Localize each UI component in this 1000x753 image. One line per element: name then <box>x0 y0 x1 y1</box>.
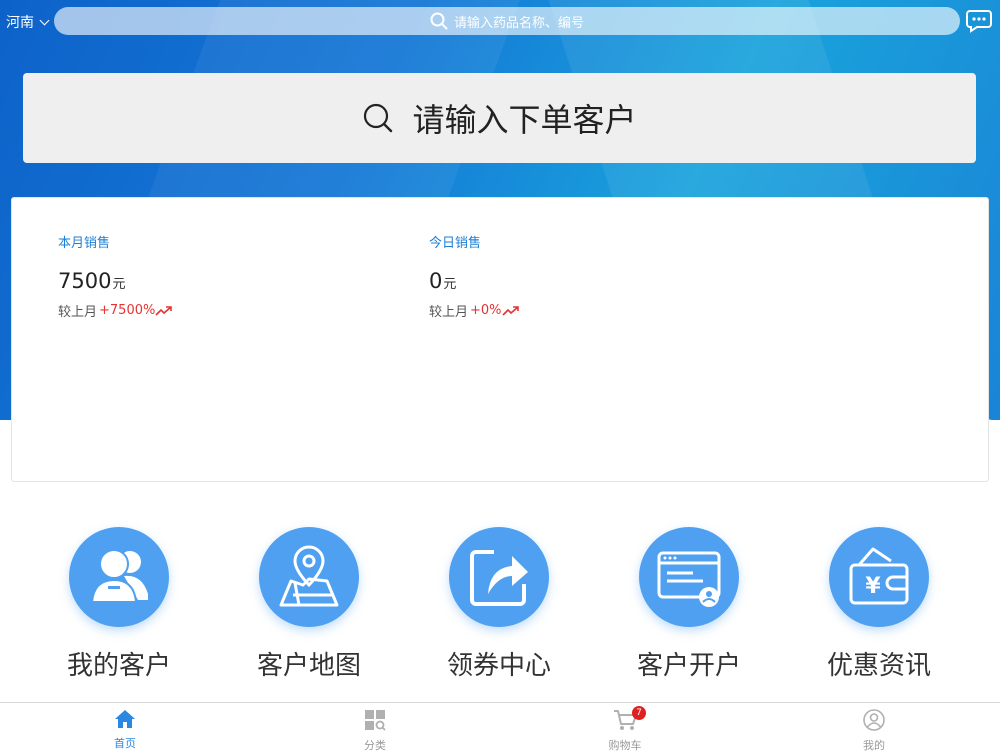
home-icon <box>115 710 135 728</box>
share-arrow-icon <box>449 527 549 627</box>
quick-action-label: 客户地图 <box>256 651 362 681</box>
tab-profile[interactable]: 我的 <box>834 709 914 753</box>
daily-sales-stat: 今日销售 0元 较上月 +0% <box>429 232 520 320</box>
chevron-down-icon <box>39 15 50 25</box>
tab-home[interactable]: 首页 <box>85 709 165 751</box>
tab-label: 我的 <box>863 739 885 752</box>
quick-action-promotions[interactable]: ¥ 优惠资讯 <box>827 527 931 681</box>
top-bar: 河南 请输入药品名称、编号 <box>0 0 1000 42</box>
stat-unit: 元 <box>112 277 126 292</box>
stat-value: 0元 <box>429 269 520 293</box>
account-card-icon <box>639 527 739 627</box>
quick-action-label: 我的客户 <box>66 651 172 681</box>
quick-action-label: 客户开户 <box>636 651 742 681</box>
quick-action-open-account[interactable]: 客户开户 <box>637 527 741 681</box>
cart-count-badge: 7 <box>632 706 646 720</box>
quick-action-coupon-center[interactable]: 领券中心 <box>447 527 551 681</box>
customer-search-bar[interactable]: 请输入下单客户 <box>23 73 976 163</box>
region-label: 河南 <box>6 15 34 31</box>
stat-value: 7500元 <box>58 269 173 293</box>
svg-text:¥: ¥ <box>865 574 881 599</box>
sales-stats-card: 本月销售 7500元 较上月 +7500% 今日销售 0元 较上月 +0% <box>11 197 989 482</box>
tab-label: 购物车 <box>608 739 642 752</box>
quick-action-my-customers[interactable]: 我的客户 <box>67 527 171 681</box>
stat-amount: 7500 <box>58 269 112 293</box>
quick-action-label: 领券中心 <box>446 651 552 681</box>
trend-up-icon <box>155 305 173 316</box>
stat-label: 今日销售 <box>429 236 482 251</box>
stat-comparison: 较上月 +0% <box>429 301 520 320</box>
customer-search-placeholder: 请输入下单客户 <box>412 101 637 139</box>
compare-label: 较上月 <box>429 305 469 320</box>
wallet-yen-icon: ¥ <box>829 527 929 627</box>
customers-icon <box>69 527 169 627</box>
tab-cart[interactable]: 7 购物车 <box>585 706 665 753</box>
tab-category[interactable]: 分类 <box>335 709 415 753</box>
tab-label: 首页 <box>114 737 136 750</box>
quick-action-label: 优惠资讯 <box>826 651 932 681</box>
search-icon <box>430 12 448 30</box>
bottom-tab-bar: 首页 分类 7 购物车 我的 <box>0 702 1000 753</box>
product-search-bar[interactable]: 请输入药品名称、编号 <box>54 7 960 35</box>
search-icon <box>364 103 393 133</box>
map-pin-icon <box>259 527 359 627</box>
region-selector[interactable]: 河南 <box>6 12 50 32</box>
product-search-placeholder: 请输入药品名称、编号 <box>453 15 584 31</box>
monthly-sales-stat: 本月销售 7500元 较上月 +7500% <box>58 232 173 320</box>
change-percent: +0% <box>470 303 502 318</box>
stat-comparison: 较上月 +7500% <box>58 301 173 320</box>
change-percent: +7500% <box>99 303 156 318</box>
quick-action-customer-map[interactable]: 客户地图 <box>257 527 361 681</box>
tab-label: 分类 <box>364 739 386 752</box>
user-icon <box>863 709 885 731</box>
message-icon[interactable] <box>966 9 992 33</box>
stat-label: 本月销售 <box>58 236 111 251</box>
trend-up-icon <box>501 305 519 316</box>
stat-amount: 0 <box>429 269 443 293</box>
compare-label: 较上月 <box>58 305 98 320</box>
category-icon <box>365 710 386 731</box>
stat-unit: 元 <box>443 277 457 292</box>
